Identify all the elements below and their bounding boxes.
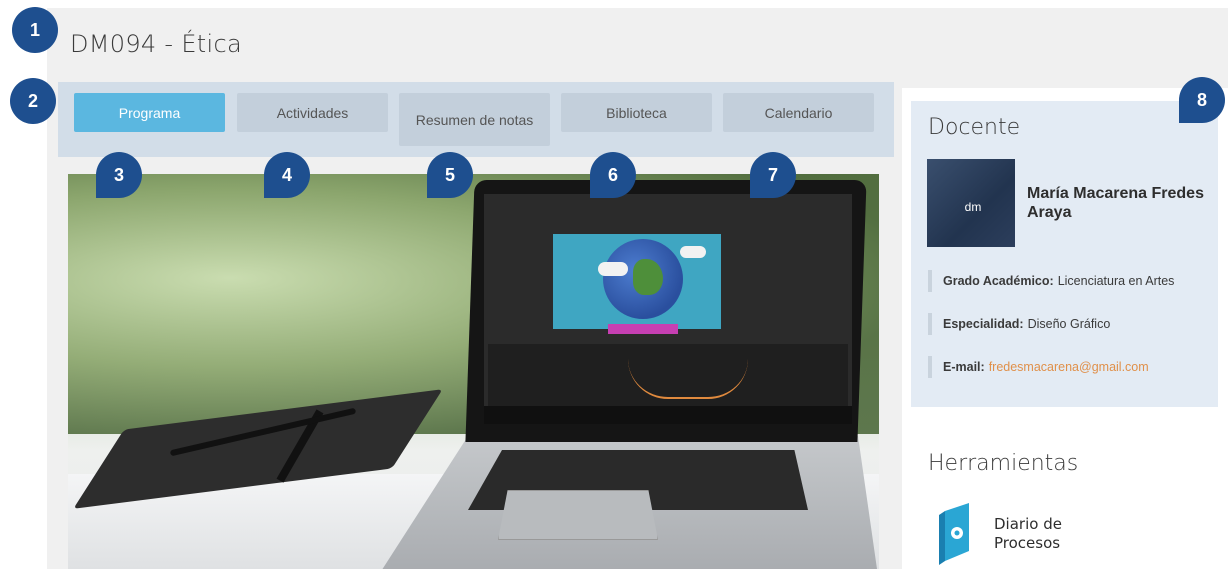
grado-value: Licenciatura en Artes	[1057, 274, 1175, 288]
callout-badge-5: 5	[427, 152, 473, 198]
diario-procesos-icon[interactable]	[935, 503, 975, 565]
especialidad-value: Diseño Gráfico	[1027, 317, 1111, 331]
globe-land	[633, 259, 663, 295]
teacher-name: María Macarena Fredes Araya	[1027, 185, 1204, 221]
course-hero-image	[68, 174, 879, 569]
email-link[interactable]: fredesmacarena@gmail.com	[989, 360, 1149, 374]
grado-label: Grado Académico:	[943, 274, 1054, 288]
avatar: dm	[927, 159, 1015, 247]
email-row: E-mail: fredesmacarena@gmail.com	[928, 356, 1210, 378]
cloud-graphic	[598, 262, 628, 276]
tab-resumen-de-notas[interactable]: Resumen de notas	[399, 93, 550, 146]
callout-badge-2: 2	[10, 78, 56, 124]
tab-programa[interactable]: Programa	[74, 93, 225, 132]
callout-badge-7: 7	[750, 152, 796, 198]
laptop-trackpad	[498, 490, 658, 540]
page-title: DM094 - Ética	[70, 30, 242, 58]
callout-badge-4: 4	[264, 152, 310, 198]
callout-badge-3: 3	[96, 152, 142, 198]
herramientas-heading: Herramientas	[928, 451, 1079, 476]
docente-heading: Docente	[928, 115, 1021, 140]
page: DM094 - Ética Programa Actividades Resum…	[0, 0, 1228, 569]
tab-calendario[interactable]: Calendario	[723, 93, 874, 132]
callout-badge-8: 8	[1179, 77, 1225, 123]
grado-academico-row: Grado Académico: Licenciatura en Artes	[928, 270, 1210, 292]
cloud-graphic	[680, 246, 706, 258]
especialidad-label: Especialidad:	[943, 317, 1024, 331]
animation-banner	[608, 324, 678, 334]
tool-label-text: Diario de Procesos	[994, 515, 1062, 552]
tab-actividades[interactable]: Actividades	[237, 93, 388, 132]
callout-badge-6: 6	[590, 152, 636, 198]
avatar-initials: dm	[964, 200, 982, 214]
screen-taskbar	[484, 406, 852, 424]
especialidad-row: Especialidad: Diseño Gráfico	[928, 313, 1210, 335]
email-label: E-mail:	[943, 360, 985, 374]
diario-procesos-link[interactable]: Diario de Procesos	[994, 515, 1094, 553]
tab-biblioteca[interactable]: Biblioteca	[561, 93, 712, 132]
callout-badge-1: 1	[12, 7, 58, 53]
